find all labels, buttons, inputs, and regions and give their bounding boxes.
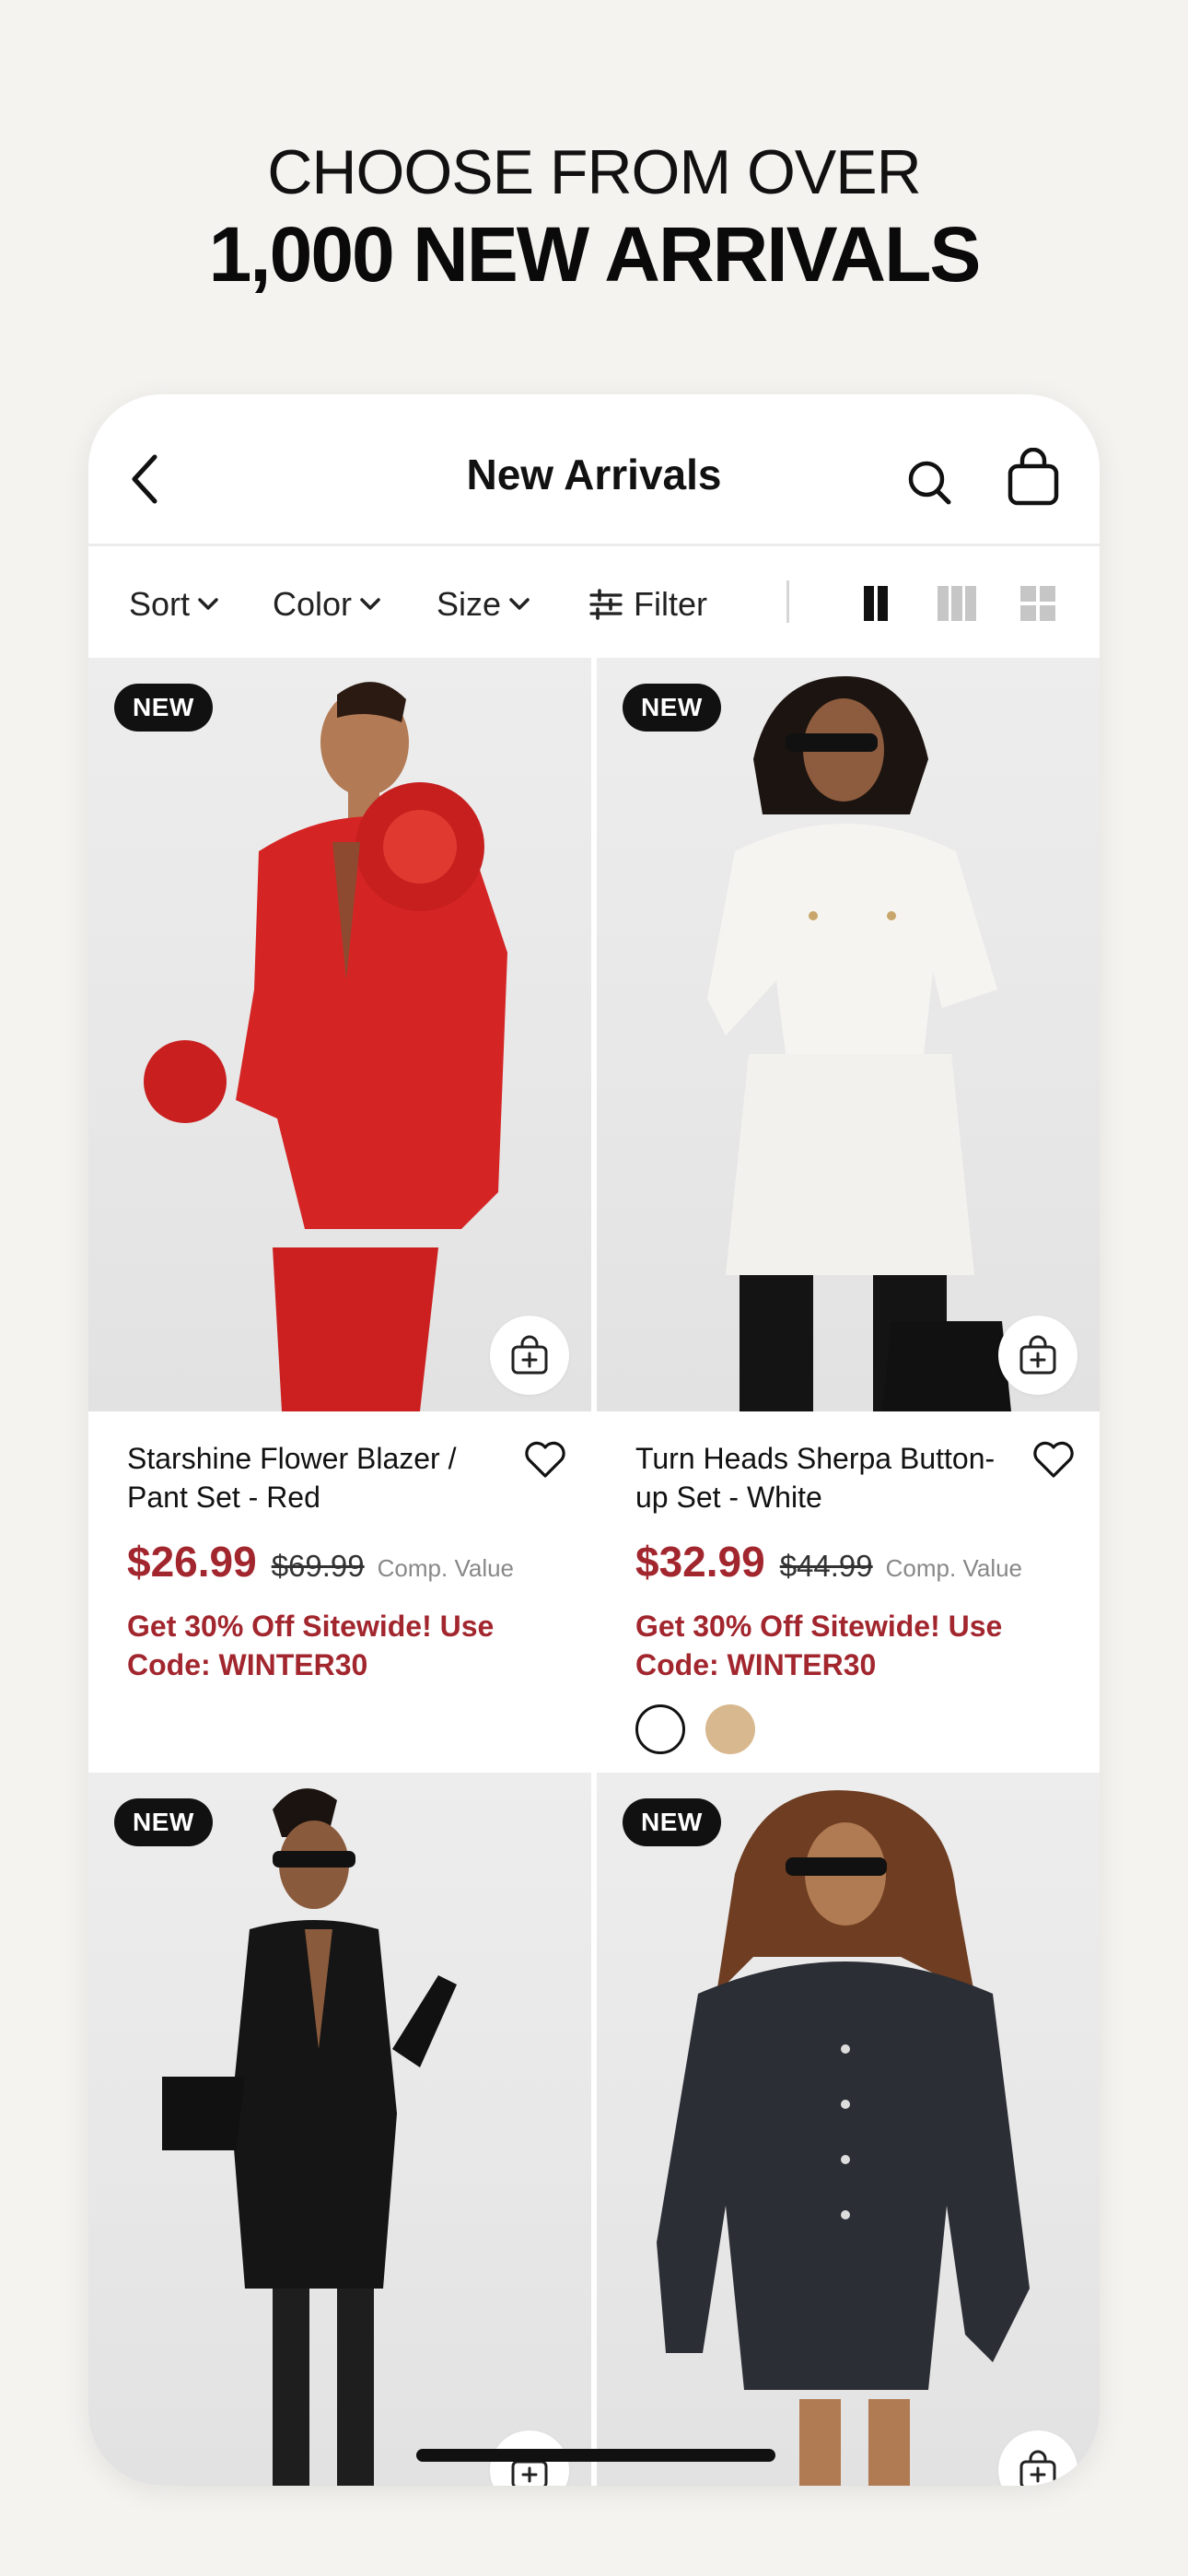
product-name[interactable]: Starshine Flower Blazer / Pant Set - Red [127,1439,495,1516]
comp-value-label: Comp. Value [885,1554,1023,1582]
new-badge: NEW [623,684,721,732]
promo-text: Get 30% Off Sitewide! Use Code: WINTER30 [127,1610,495,1681]
sale-price: $32.99 [635,1538,765,1586]
size-label: Size [437,585,502,623]
swatch-white[interactable] [635,1704,685,1754]
new-badge: NEW [623,1798,721,1846]
phone-screen: New Arrivals Sort Color Size Filter NEW … [88,394,1100,2486]
quick-add-button[interactable] [998,1316,1077,1395]
chevron-down-icon [198,598,218,610]
promo-headline-line1: CHOOSE FROM OVER [267,137,921,207]
shopping-bag-icon [1007,447,1059,506]
heart-icon [525,1441,565,1478]
product-image[interactable]: NEW [88,658,591,1411]
product-card[interactable]: NEW [597,1773,1100,2486]
product-card[interactable]: NEW Starshine Flower Blazer / Pant Set -… [88,658,591,1767]
bag-plus-icon [511,1335,548,1375]
home-indicator[interactable] [416,2449,775,2462]
product-image[interactable]: NEW [88,1773,591,2486]
original-price: $69.99 [271,1549,365,1583]
product-info: Starshine Flower Blazer / Pant Set - Red… [127,1439,565,1684]
color-swatches [635,1704,1068,1754]
view-three-column-button[interactable] [936,582,978,625]
product-photo-model-black-halter-dress [162,1788,457,2486]
sliders-icon [589,589,623,620]
quick-add-button[interactable] [490,1316,569,1395]
two-column-view-icon [864,586,888,621]
price-row: $26.99 $69.99 Comp. Value [127,1537,560,1587]
product-name[interactable]: Turn Heads Sherpa Button-up Set - White [635,1439,1004,1516]
product-card[interactable]: NEW Turn Heads Sherpa Button-up Set - Wh… [597,658,1100,1767]
color-label: Color [273,585,353,623]
heart-icon [1033,1441,1074,1478]
search-icon [908,461,951,505]
comp-value-label: Comp. Value [377,1554,515,1582]
top-navigation-bar: New Arrivals [88,394,1100,542]
view-grid-button[interactable] [1017,582,1059,625]
three-column-view-icon [938,586,976,621]
sort-dropdown[interactable]: Sort [129,584,219,625]
bag-plus-icon [1019,2450,1056,2486]
wishlist-button[interactable] [1031,1439,1076,1480]
sale-price: $26.99 [127,1538,257,1586]
nav-divider [88,544,1100,546]
promo-headline-line2: 1,000 NEW ARRIVALS [208,211,982,298]
wishlist-button[interactable] [523,1439,567,1480]
new-badge: NEW [114,684,213,732]
product-photo-model-denim-shirt-dress [657,1790,1030,2486]
product-image[interactable]: NEW [597,1773,1100,2486]
search-button[interactable] [906,457,952,507]
chevron-down-icon [509,598,530,610]
promo-text: Get 30% Off Sitewide! Use Code: WINTER30 [635,1610,1003,1681]
product-grid: NEW Starshine Flower Blazer / Pant Set -… [88,658,1100,2486]
original-price: $44.99 [779,1549,873,1583]
product-photo-model-white-sherpa-set [707,676,1011,1411]
filter-bar: Sort Color Size Filter [88,547,1100,658]
price-row: $32.99 $44.99 Comp. Value [635,1537,1068,1587]
swatch-tan[interactable] [705,1704,755,1754]
color-dropdown[interactable]: Color [273,584,381,625]
product-info: Turn Heads Sherpa Button-up Set - White … [635,1439,1074,1754]
new-badge: NEW [114,1798,213,1846]
grid-view-icon [1020,586,1055,621]
shopping-bag-button[interactable] [1006,447,1061,507]
product-photo-model-red-blazer [144,682,507,1411]
product-card[interactable]: NEW [88,1773,591,2486]
filter-label: Filter [634,585,707,623]
filter-divider [786,580,789,623]
product-image[interactable]: NEW [597,658,1100,1411]
size-dropdown[interactable]: Size [437,584,530,625]
bag-plus-icon [1019,1335,1056,1375]
chevron-down-icon [360,598,380,610]
view-two-column-button[interactable] [855,582,897,625]
sort-label: Sort [129,585,191,623]
filter-button[interactable]: Filter [588,584,707,625]
